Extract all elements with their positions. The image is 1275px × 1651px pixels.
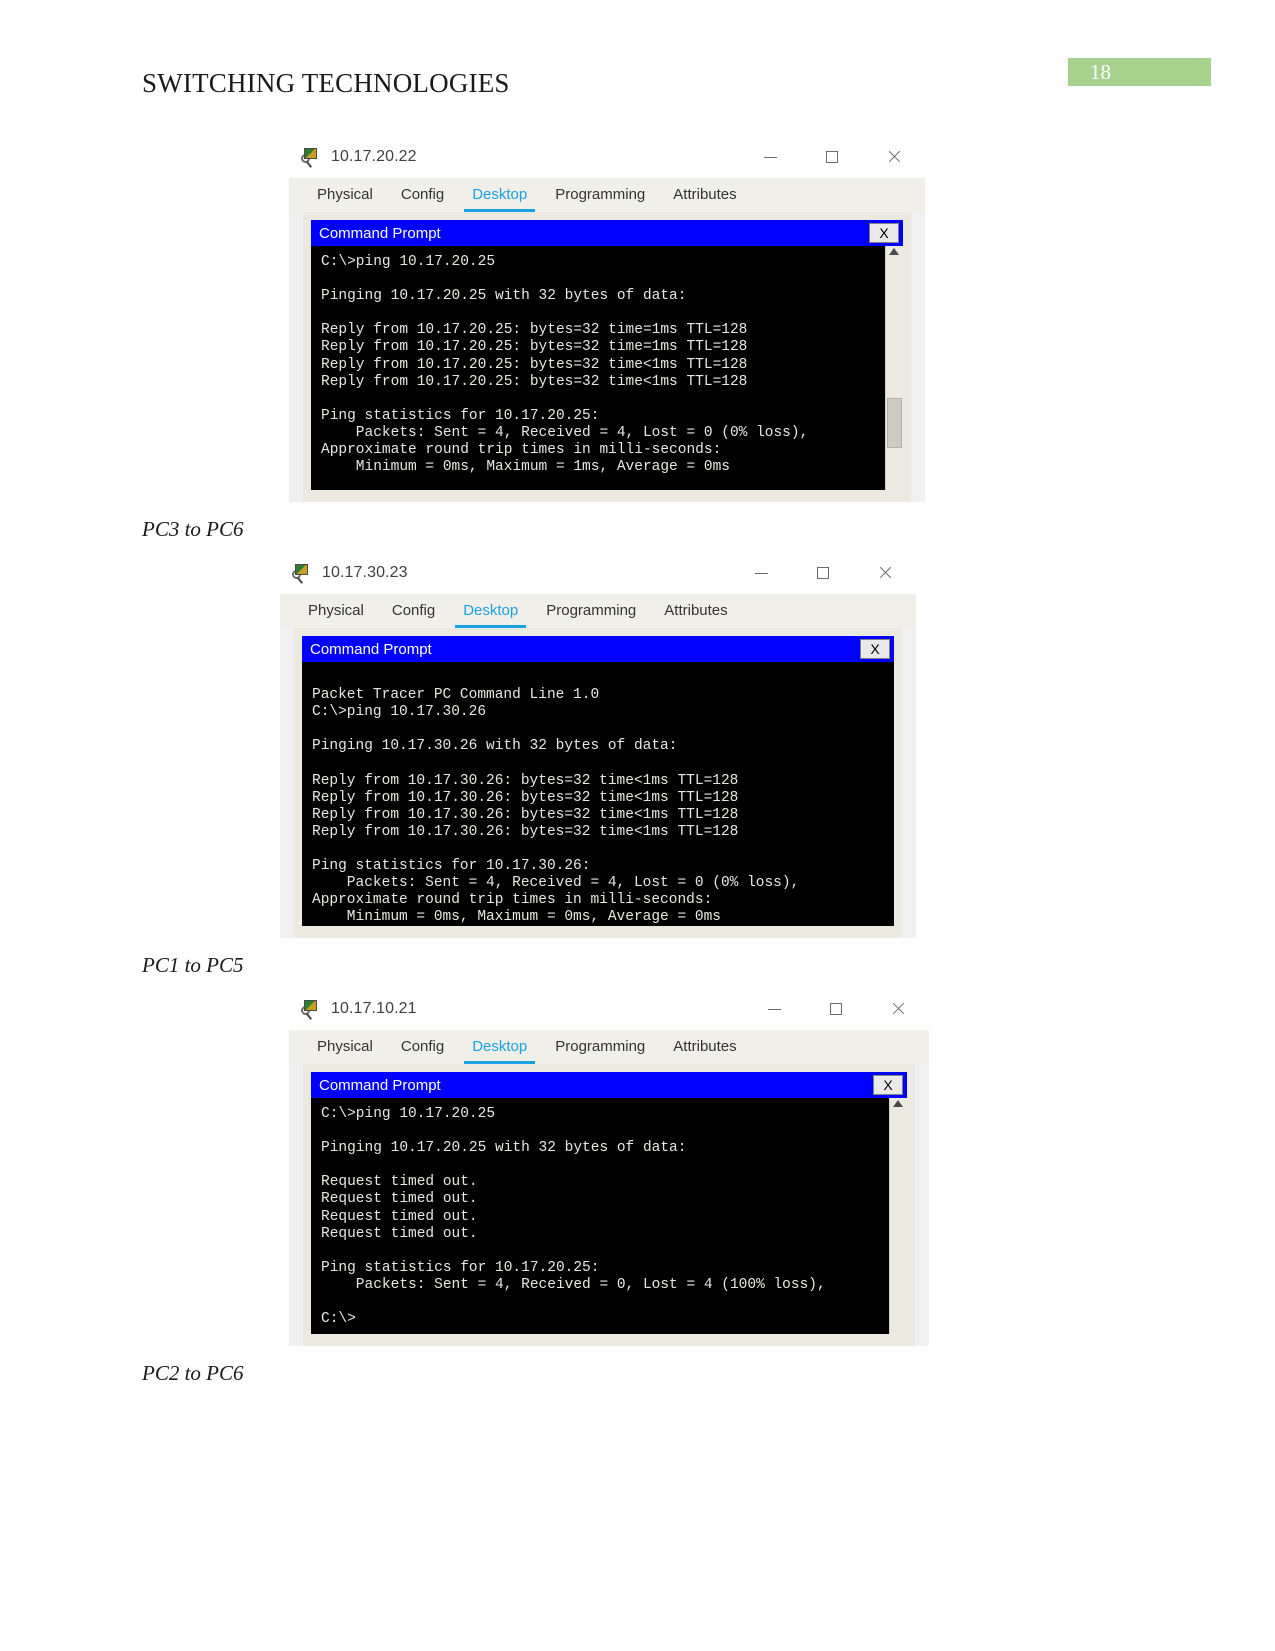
- tab-bar: Physical Config Desktop Programming Attr…: [289, 1030, 929, 1064]
- window-title: 10.17.30.23: [322, 564, 408, 581]
- command-prompt-screen: Packet Tracer PC Command Line 1.0 C:\>pi…: [302, 662, 894, 926]
- tab-physical[interactable]: Physical: [303, 1030, 387, 1064]
- packet-tracer-window-2[interactable]: 10.17.30.23 Physical Config Desktop Prog…: [280, 552, 916, 938]
- window-titlebar[interactable]: 10.17.10.21: [289, 988, 929, 1030]
- window-controls: [743, 988, 929, 1030]
- tab-attributes[interactable]: Attributes: [659, 178, 750, 212]
- scroll-up-icon[interactable]: [889, 248, 899, 255]
- tab-bar: Physical Config Desktop Programming Attr…: [289, 178, 925, 212]
- scroll-up-icon[interactable]: [893, 1100, 903, 1107]
- scrollbar-thumb[interactable]: [887, 398, 902, 448]
- window-controls: [739, 136, 925, 178]
- packet-tracer-window-3[interactable]: 10.17.10.21 Physical Config Desktop Prog…: [289, 988, 929, 1346]
- caption-pc2-to-pc6: PC2 to PC6: [142, 1361, 244, 1385]
- tab-config[interactable]: Config: [378, 594, 449, 628]
- window-title: 10.17.10.21: [331, 1000, 417, 1017]
- packet-tracer-icon: [301, 147, 321, 168]
- command-prompt-close-button[interactable]: X: [860, 639, 890, 659]
- command-prompt-close-button[interactable]: X: [869, 223, 899, 243]
- terminal-scrollbar[interactable]: [889, 1098, 907, 1334]
- caption-pc1-to-pc5: PC1 to PC5: [142, 953, 244, 977]
- command-prompt-titlebar[interactable]: Command Prompt X: [311, 220, 903, 246]
- page-number-badge: 18: [1068, 58, 1211, 86]
- desktop-panel: Command Prompt X Packet Tracer PC Comman…: [294, 628, 902, 938]
- tab-bar: Physical Config Desktop Programming Attr…: [280, 594, 916, 628]
- close-icon[interactable]: [867, 988, 929, 1030]
- tab-desktop[interactable]: Desktop: [449, 594, 532, 628]
- packet-tracer-icon: [301, 999, 321, 1020]
- terminal-scrollbar[interactable]: [885, 246, 903, 490]
- command-prompt-titlebar[interactable]: Command Prompt X: [311, 1072, 907, 1098]
- window-body: Physical Config Desktop Programming Attr…: [280, 594, 916, 938]
- packet-tracer-window-1[interactable]: 10.17.20.22 Physical Config Desktop Prog…: [289, 136, 925, 502]
- command-prompt-title: Command Prompt: [310, 640, 432, 658]
- maximize-icon[interactable]: [792, 552, 854, 594]
- tab-physical[interactable]: Physical: [303, 178, 387, 212]
- tab-programming[interactable]: Programming: [532, 594, 650, 628]
- command-prompt-title: Command Prompt: [319, 224, 441, 242]
- tab-config[interactable]: Config: [387, 178, 458, 212]
- minimize-icon[interactable]: [739, 136, 801, 178]
- maximize-icon[interactable]: [801, 136, 863, 178]
- maximize-icon[interactable]: [805, 988, 867, 1030]
- tab-programming[interactable]: Programming: [541, 1030, 659, 1064]
- tab-attributes[interactable]: Attributes: [650, 594, 741, 628]
- command-prompt-titlebar[interactable]: Command Prompt X: [302, 636, 894, 662]
- desktop-panel: Command Prompt X C:\>ping 10.17.20.25 Pi…: [303, 1064, 915, 1346]
- close-icon[interactable]: [854, 552, 916, 594]
- tab-attributes[interactable]: Attributes: [659, 1030, 750, 1064]
- tab-desktop[interactable]: Desktop: [458, 1030, 541, 1064]
- command-prompt-title: Command Prompt: [319, 1076, 441, 1094]
- close-icon[interactable]: [863, 136, 925, 178]
- terminal-output: C:\>ping 10.17.20.25 Pinging 10.17.20.25…: [321, 1106, 826, 1328]
- command-prompt-screen: C:\>ping 10.17.20.25 Pinging 10.17.20.25…: [311, 246, 903, 490]
- tab-physical[interactable]: Physical: [294, 594, 378, 628]
- minimize-icon[interactable]: [730, 552, 792, 594]
- packet-tracer-icon: [292, 563, 312, 584]
- desktop-panel: Command Prompt X C:\>ping 10.17.20.25 Pi…: [303, 212, 911, 502]
- window-titlebar[interactable]: 10.17.30.23: [280, 552, 916, 594]
- tab-config[interactable]: Config: [387, 1030, 458, 1064]
- terminal-output: Packet Tracer PC Command Line 1.0 C:\>pi…: [312, 687, 800, 926]
- page-title: SWITCHING TECHNOLOGIES: [142, 68, 510, 98]
- window-title: 10.17.20.22: [331, 148, 417, 165]
- command-prompt-close-button[interactable]: X: [873, 1075, 903, 1095]
- window-body: Physical Config Desktop Programming Attr…: [289, 178, 925, 502]
- tab-desktop[interactable]: Desktop: [458, 178, 541, 212]
- window-titlebar[interactable]: 10.17.20.22: [289, 136, 925, 178]
- tab-programming[interactable]: Programming: [541, 178, 659, 212]
- command-prompt-screen: C:\>ping 10.17.20.25 Pinging 10.17.20.25…: [311, 1098, 907, 1334]
- window-controls: [730, 552, 916, 594]
- caption-pc3-to-pc6: PC3 to PC6: [142, 517, 244, 541]
- terminal-output: C:\>ping 10.17.20.25 Pinging 10.17.20.25…: [321, 254, 809, 476]
- minimize-icon[interactable]: [743, 988, 805, 1030]
- window-body: Physical Config Desktop Programming Attr…: [289, 1030, 929, 1346]
